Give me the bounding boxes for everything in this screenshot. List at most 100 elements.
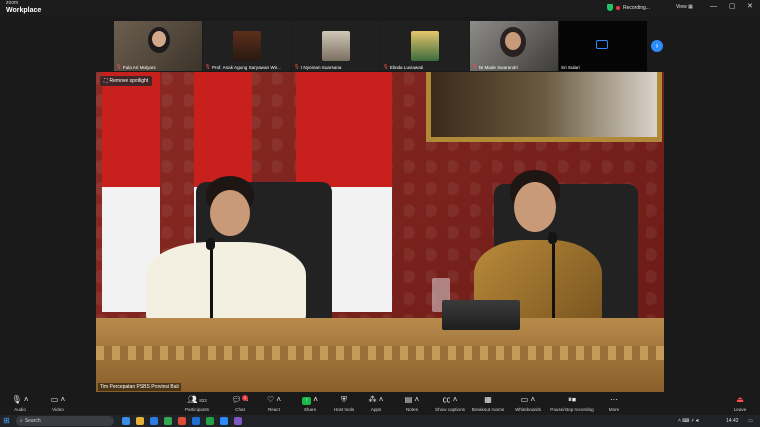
show-captions-label: Show captions	[435, 407, 465, 412]
microphone-icon	[548, 232, 557, 244]
speaker-left	[146, 242, 306, 324]
participant-tile[interactable]: Sri Sulari	[559, 21, 647, 71]
title-bar: zoom Workplace Recording... View ▦ — ▢ ✕	[0, 0, 760, 17]
react-button[interactable]: ♡ ˄ React	[254, 395, 294, 412]
pause-stop-icon: ⏸⏹	[568, 395, 576, 404]
more-button[interactable]: ⋯ More	[594, 395, 634, 412]
participants-button[interactable]: 👥︎ 823 Participants	[177, 395, 217, 412]
zoom-logo: zoom Workplace	[6, 0, 42, 15]
windows-taskbar: ⊞ ⌕ Search ˄ ⌨ ⚡ 🔊︎ 14:42 ▭	[0, 415, 760, 427]
tissue-box	[442, 300, 520, 330]
show-captions-button[interactable]: ㏄ ˄ Show captions	[430, 395, 470, 412]
participant-tile[interactable]: 🎙 Ni Made Swarandri	[470, 21, 558, 71]
leave-icon: ⏏	[736, 395, 744, 404]
view-grid-icon: ▦	[688, 4, 693, 10]
gallery-strip: 🎙 Fula Ari Mulyani 🎙 Prof. Anak Agung Sary…	[114, 21, 647, 71]
chat-badge: 1	[242, 395, 248, 401]
whiteboards-button[interactable]: ▭ ˄ Whiteboards	[508, 395, 548, 412]
video-button[interactable]: ▭ ˄ Video	[38, 395, 78, 412]
taskbar-app-icon[interactable]	[178, 417, 186, 425]
desk-carving	[96, 346, 664, 360]
participant-face	[152, 31, 166, 47]
breakout-rooms-label: Breakout rooms	[471, 407, 505, 412]
participant-name: Ni Made Swarandri	[478, 64, 518, 70]
taskbar-app-icon[interactable]	[150, 417, 158, 425]
participant-tile[interactable]: 🎙 Fula Ari Mulyani	[114, 21, 202, 71]
tray-icons[interactable]: ˄ ⌨ ⚡ 🔊︎	[678, 418, 699, 424]
notification-icon[interactable]: ▭	[748, 418, 753, 424]
participants-label: Participants	[184, 407, 209, 412]
minimize-icon[interactable]: —	[710, 3, 717, 10]
participants-icon: 👥︎	[187, 395, 198, 404]
recording-dot-icon	[616, 5, 620, 10]
audio-label: Audio	[14, 407, 26, 412]
participant-avatar	[233, 31, 261, 61]
view-button[interactable]: View ▦	[676, 4, 693, 10]
taskbar-clock: 14:42	[726, 418, 739, 424]
recording-indicator[interactable]: Recording...	[607, 4, 650, 11]
taskbar-app-icon[interactable]	[192, 417, 200, 425]
participant-tile[interactable]: 🎙 Elinda Luviawati	[381, 21, 469, 71]
breakout-rooms-icon: ▦	[484, 395, 492, 404]
microphone-icon	[206, 238, 215, 250]
search-placeholder: Search	[24, 418, 41, 424]
muted-mic-icon: 🎙	[472, 64, 478, 69]
taskbar-search[interactable]: ⌕ Search	[16, 416, 114, 426]
video-label: Video	[52, 407, 64, 412]
apps-button[interactable]: ⁂ ˄ Apps	[356, 395, 396, 412]
security-shield-icon	[607, 4, 613, 11]
microphone-icon: 🎙︎ ˄	[11, 395, 29, 404]
windows-start-icon[interactable]: ⊞	[3, 417, 11, 425]
breakout-rooms-button[interactable]: ▦ Breakout rooms	[468, 395, 508, 412]
brand-bottom: Workplace	[6, 7, 42, 14]
participant-face	[505, 32, 521, 50]
taskbar-app-icon[interactable]	[136, 417, 144, 425]
muted-mic-icon: 🎙	[294, 64, 300, 69]
more-label: More	[608, 407, 620, 412]
muted-mic-icon: 🎙	[116, 64, 122, 69]
taskbar-app-icon[interactable]	[206, 417, 214, 425]
view-label: View	[676, 4, 687, 10]
brand-top: zoom	[6, 0, 19, 6]
react-label: React	[267, 407, 280, 412]
share-screen-icon: ↑	[302, 397, 312, 405]
leave-label: Leave	[733, 407, 747, 412]
video-speaker-name: Tim Percepatan PSBS Provinsi Bali	[98, 383, 181, 391]
whiteboards-label: Whiteboards	[515, 407, 541, 412]
taskbar-app-icon[interactable]	[122, 417, 130, 425]
remove-spotlight-button[interactable]: ⛶ Remove spotlight	[100, 76, 153, 86]
wall-painting	[426, 72, 662, 142]
close-icon[interactable]: ✕	[747, 3, 753, 10]
search-icon: ⌕	[20, 418, 23, 424]
maximize-icon[interactable]: ▢	[729, 3, 736, 10]
participant-name: Fula Ari Mulyani	[122, 64, 156, 70]
heart-icon: ♡ ˄	[266, 395, 282, 404]
participant-tile[interactable]: 🎙 Prof. Anak Agung Saryawan Wir...	[203, 21, 291, 71]
participants-count: 823	[199, 398, 207, 403]
participant-name: I Nyoman Suarsana	[300, 64, 342, 70]
taskbar-app-icon[interactable]	[164, 417, 172, 425]
taskbar-app-icon[interactable]	[234, 417, 242, 425]
camera-icon	[596, 40, 608, 49]
gallery-next-icon[interactable]: ›	[651, 40, 663, 52]
leave-button[interactable]: ⏏ Leave	[720, 395, 760, 412]
apps-grid-icon: ⁂ ˄	[368, 395, 384, 404]
pause-stop-recording-button[interactable]: ⏸⏹ Pause/stop recording	[550, 395, 594, 412]
recording-label: Recording...	[623, 4, 650, 11]
notes-button[interactable]: ▤ ˄ Notes	[392, 395, 432, 412]
taskbar-zoom-icon[interactable]	[220, 417, 228, 425]
notes-icon: ▤ ˄	[404, 395, 420, 404]
whiteboard-icon: ▭ ˄	[520, 395, 536, 404]
muted-mic-icon: 🎙	[383, 64, 389, 69]
more-icon: ⋯	[610, 395, 618, 404]
spotlight-icon: ⛶	[104, 78, 108, 84]
meeting-toolbar: 🎙︎ ˄ Audio ▭ ˄ Video 👥︎ 823 Participants …	[0, 393, 760, 415]
participant-name: Prof. Anak Agung Saryawan Wir...	[211, 64, 281, 70]
audio-button[interactable]: 🎙︎ ˄ Audio	[0, 395, 40, 412]
apps-label: Apps	[370, 407, 382, 412]
participant-avatar	[322, 31, 350, 61]
participant-avatar	[411, 31, 439, 61]
remove-spotlight-label: Remove spotlight	[109, 78, 149, 84]
participant-name: Sri Sulari	[561, 65, 580, 70]
participant-tile[interactable]: 🎙 I Nyoman Suarsana	[292, 21, 380, 71]
